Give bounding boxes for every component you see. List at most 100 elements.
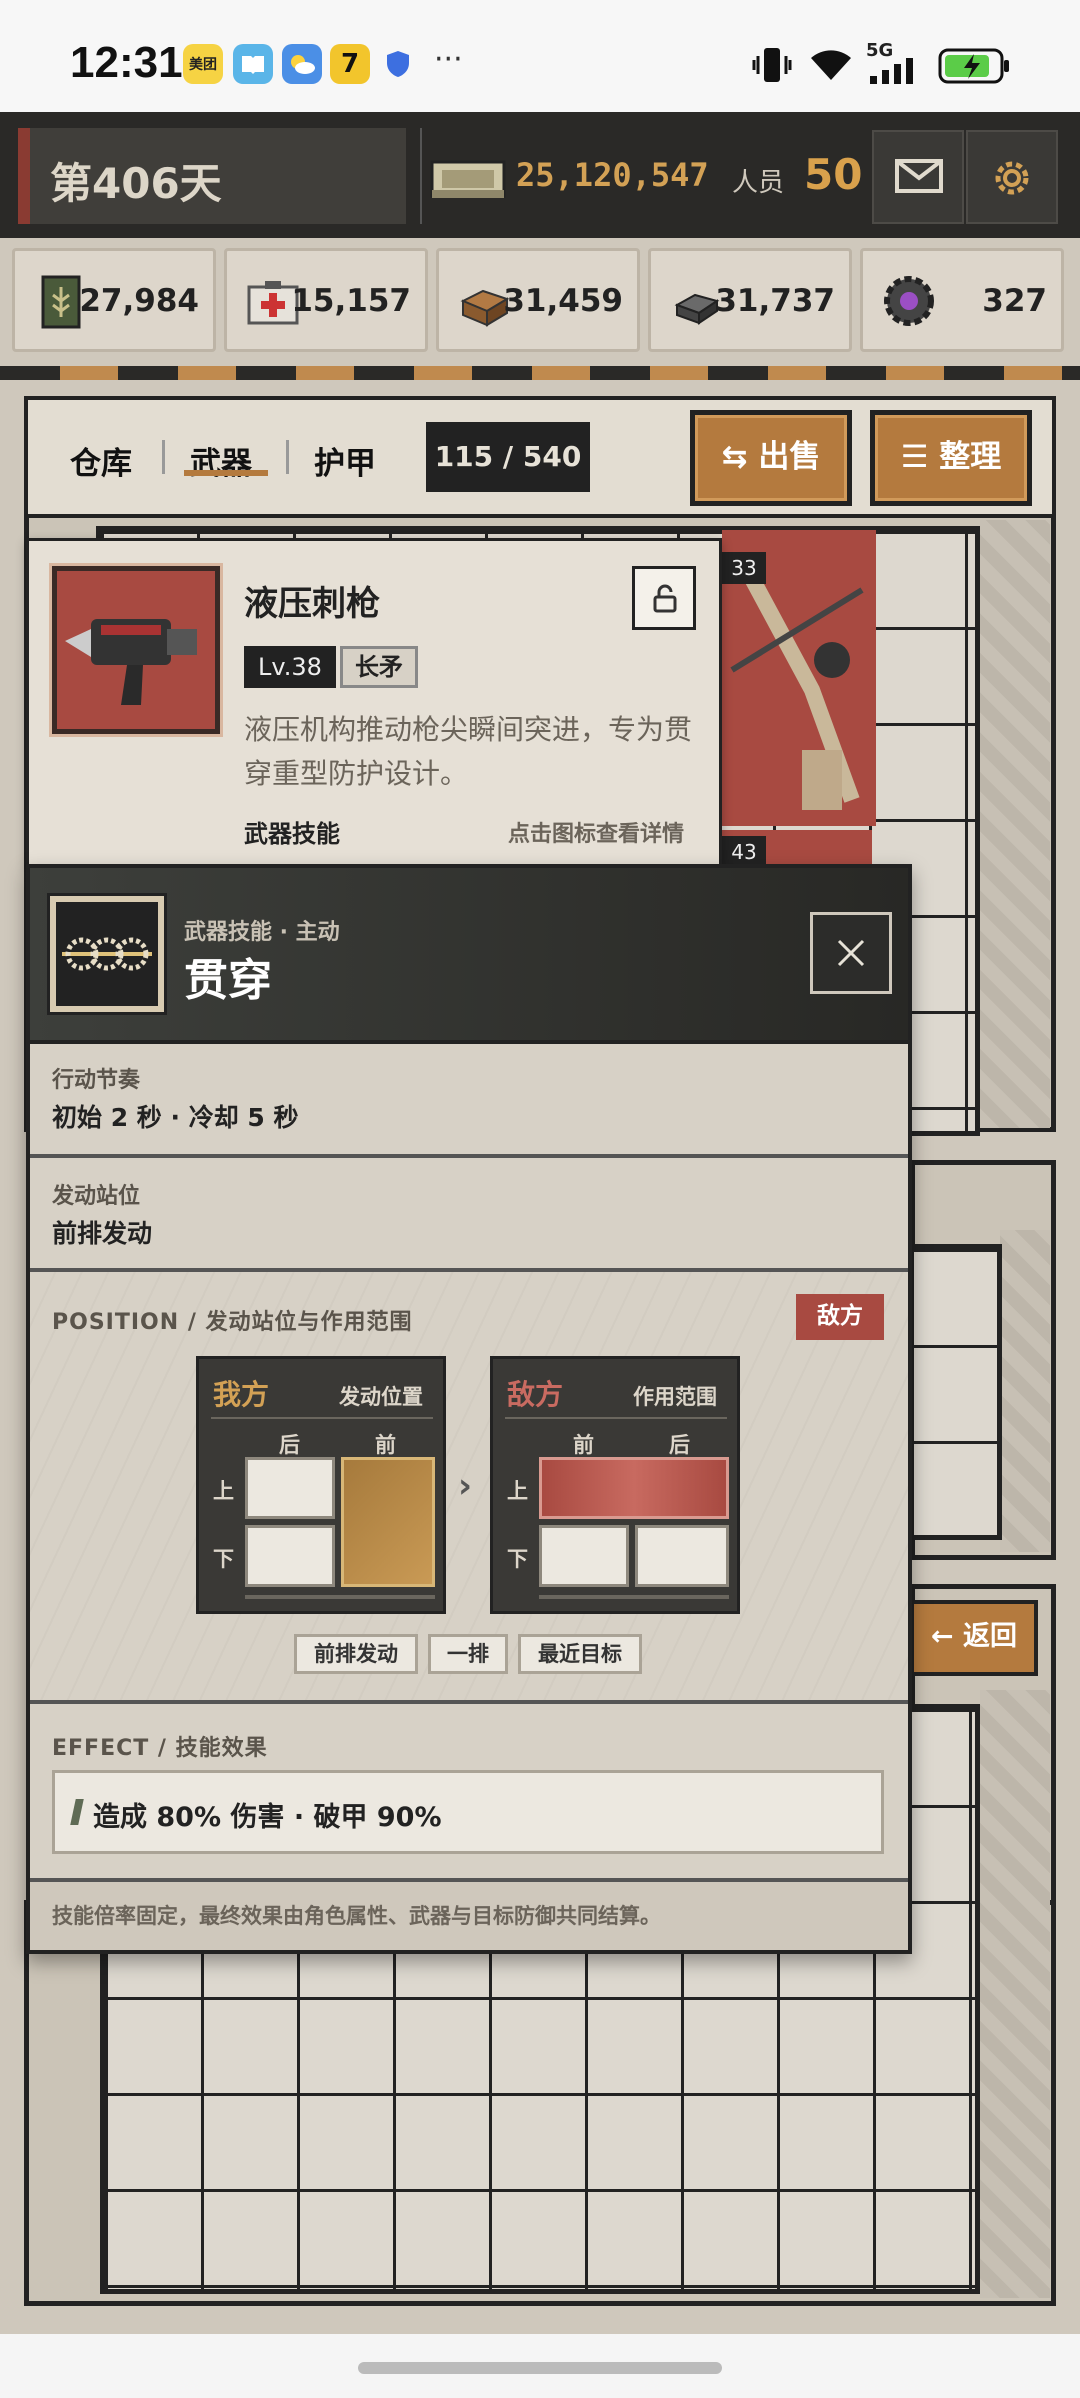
wifi-icon <box>808 46 854 86</box>
inventory-count: 115 / 540 <box>426 422 590 492</box>
money-value: 25,120,547 <box>516 156 709 194</box>
target-side-badge: 敌方 <box>796 1294 884 1340</box>
settings-button[interactable] <box>966 130 1058 224</box>
ally-formation-panel: 我方 发动位置 后 前 上 下 <box>196 1356 446 1614</box>
item-badge: 33 <box>722 552 766 584</box>
battery-icon <box>938 46 1012 90</box>
skill-tag: 最近目标 <box>518 1634 642 1674</box>
ally-col-front: 前 <box>375 1433 396 1457</box>
ally-slot-back-bottom <box>245 1525 335 1587</box>
gear-part-icon <box>884 276 934 326</box>
signal-icon <box>866 58 924 88</box>
direction-arrow-icon: › <box>458 1466 473 1506</box>
resource-medicine-value: 15,157 <box>291 283 411 319</box>
tab-active-underline <box>184 470 268 476</box>
status-time: 12:31 <box>70 38 183 87</box>
back-label: 返回 <box>963 1621 1018 1652</box>
ally-slot-front-active <box>341 1457 435 1587</box>
enemy-slot-front-bottom <box>539 1525 629 1587</box>
pierce-skill-icon <box>47 893 167 1015</box>
tab-weapons[interactable]: 武器 <box>190 438 252 483</box>
unlock-icon <box>653 584 677 613</box>
weapon-skill-hint: 点击图标查看详情 <box>508 822 685 847</box>
lock-button[interactable] <box>632 566 696 630</box>
tab-warehouse[interactable]: 仓库 <box>70 438 132 483</box>
enemy-slot-top-row-hit <box>539 1457 729 1519</box>
stance-value: 前排发动 <box>52 1219 153 1248</box>
resource-wood-value: 31,459 <box>503 283 623 319</box>
resource-grain: 27,984 <box>12 248 216 352</box>
stance-label: 发动站位 <box>52 1184 141 1209</box>
back-button[interactable]: ← 返回 <box>910 1600 1038 1676</box>
sell-label: 出售 <box>758 439 821 475</box>
enemy-title: 敌方 <box>507 1378 564 1411</box>
enemy-row-top: 上 <box>507 1479 528 1503</box>
skill-footnote: 技能倍率固定，最终效果由角色属性、武器与目标防御共同结算。 <box>52 1904 661 1928</box>
enemy-slot-back-bottom <box>635 1525 729 1587</box>
rhythm-section: 行动节奏 初始 2 秒 · 冷却 5 秒 <box>30 1044 908 1158</box>
staff-count: 50 <box>804 150 863 199</box>
resource-grain-value: 27,984 <box>79 283 199 319</box>
skill-tag: 一排 <box>428 1634 508 1674</box>
panel-rail <box>245 1595 435 1599</box>
inventory-side-hatch <box>980 1690 1050 2298</box>
divider-stripe <box>0 366 1080 380</box>
hydraulic-lance-icon[interactable] <box>49 563 223 737</box>
close-icon <box>837 939 865 967</box>
effect-box: 造成 80% 伤害 · 破甲 90% <box>52 1770 884 1854</box>
panel-rail <box>539 1595 729 1599</box>
resource-parts-value: 327 <box>982 283 1047 319</box>
resource-iron: 31,737 <box>648 248 852 352</box>
vibrate-icon <box>752 46 792 88</box>
skill-subtitle: 武器技能 · 主动 <box>184 920 340 945</box>
mail-icon <box>895 159 943 193</box>
enemy-range-panel: 敌方 作用范围 前 后 上 下 <box>490 1356 740 1614</box>
more-notifications-icon: ··· <box>434 42 463 77</box>
weapon-skill-label: 武器技能 <box>244 820 340 848</box>
sort-button[interactable]: ☰ 整理 <box>870 410 1032 506</box>
rhythm-value: 初始 2 秒 · 冷却 5 秒 <box>52 1103 299 1132</box>
ally-col-back: 后 <box>279 1433 300 1457</box>
qimao-app-icon: 7 <box>330 44 370 84</box>
tab-armor[interactable]: 护甲 <box>314 438 376 483</box>
skill-title: 贯穿 <box>184 955 272 1006</box>
day-counter: 第406天 <box>18 128 406 224</box>
close-button[interactable] <box>810 912 892 994</box>
meituan-app-icon: 美团 <box>183 44 223 84</box>
reader-app-icon <box>233 44 273 84</box>
tab-divider <box>286 440 289 474</box>
enemy-subtitle: 作用范围 <box>633 1385 717 1409</box>
item-type: 长矛 <box>340 646 418 688</box>
resource-parts: 327 <box>860 248 1064 352</box>
ally-row-top: 上 <box>213 1479 234 1503</box>
inventory-side-hatch <box>1000 1230 1050 1552</box>
shield-status-icon <box>386 50 410 82</box>
staff-label: 人员 <box>732 168 785 198</box>
weather-app-icon <box>282 44 322 84</box>
ally-title: 我方 <box>213 1378 270 1411</box>
inventory-side-hatch <box>980 520 1050 1128</box>
tab-divider <box>162 440 165 474</box>
enemy-row-bottom: 下 <box>507 1547 528 1571</box>
stance-section: 发动站位 前排发动 <box>30 1158 908 1272</box>
inventory-grid-2 <box>906 1244 1002 1540</box>
rhythm-label: 行动节奏 <box>52 1068 141 1093</box>
ally-row-bottom: 下 <box>213 1547 234 1571</box>
sell-icon: ⇆ <box>721 439 759 475</box>
gear-icon <box>995 161 1029 195</box>
sort-icon: ☰ <box>900 439 940 475</box>
mail-button[interactable] <box>872 130 964 224</box>
resource-medicine: 15,157 <box>224 248 428 352</box>
effect-marker-icon <box>70 1799 84 1825</box>
effect-header: EFFECT / 技能效果 <box>52 1736 268 1761</box>
item-description: 液压机构推动枪尖瞬间突进，专为贯穿重型防护设计。 <box>244 713 693 790</box>
home-gesture-handle[interactable] <box>358 2362 722 2374</box>
back-arrow-icon: ← <box>930 1621 964 1652</box>
panel-divider <box>505 1417 727 1419</box>
panel-divider <box>211 1417 433 1419</box>
item-name: 液压刺枪 <box>244 584 380 624</box>
ally-subtitle: 发动位置 <box>339 1385 423 1409</box>
sell-button[interactable]: ⇆ 出售 <box>690 410 852 506</box>
enemy-col-front: 前 <box>573 1433 594 1457</box>
position-header: POSITION / 发动站位与作用范围 <box>52 1310 413 1335</box>
